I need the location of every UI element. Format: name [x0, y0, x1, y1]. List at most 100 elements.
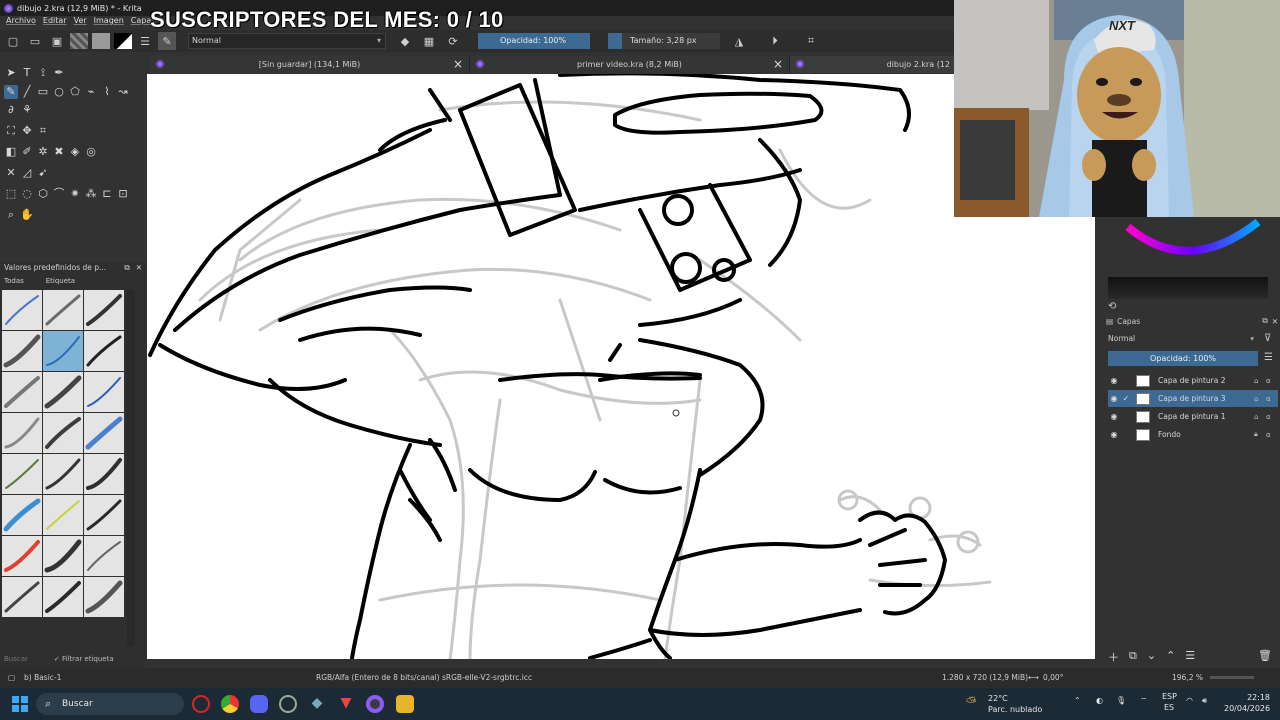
float-docker-icon[interactable]: ⧉ [124, 262, 135, 274]
measure-tool-icon[interactable]: ◿ [20, 166, 34, 180]
presets-scrollbar[interactable] [127, 290, 135, 646]
rectangle-tool-icon[interactable]: ▭ [36, 85, 50, 99]
opacity-slider[interactable]: Opacidad: 100% [478, 33, 590, 49]
filter-tag-checkbox[interactable]: ✓ Filtrar etiqueta [54, 655, 114, 663]
gradient-swatch[interactable] [92, 33, 110, 49]
multibrush-icon[interactable]: ⚘ [20, 103, 34, 117]
freehand-select-icon[interactable]: ⌒ [52, 187, 66, 201]
menu-capa[interactable]: Capa [131, 16, 151, 28]
magnetic-select-icon[interactable]: ⊡ [116, 187, 130, 201]
brush-preset[interactable] [2, 331, 42, 371]
eye-icon[interactable]: ◉ [1108, 394, 1120, 403]
filter-all-select[interactable]: Todas [4, 277, 24, 285]
select-shape-icon[interactable]: ➤ [4, 66, 18, 80]
close-icon[interactable]: ✕ [1272, 317, 1278, 326]
layer-properties-icon[interactable]: ☰ [1185, 649, 1195, 663]
fg-bg-color-swatch[interactable] [114, 33, 132, 49]
color-picker-icon[interactable]: ✐ [20, 145, 34, 159]
smart-patch-icon[interactable]: ✖ [52, 145, 66, 159]
tab-sin-guardar[interactable]: [Sin guardar] (134,1 MiB) × [150, 56, 470, 73]
discord-icon[interactable] [250, 695, 268, 713]
filter-icon[interactable]: ⊽ [1264, 333, 1271, 344]
close-icon[interactable]: ✕ [136, 262, 146, 274]
polygon-select-icon[interactable]: ⬡ [36, 187, 50, 201]
layer-row[interactable]: ◉ Capa de pintura 2 ⌂ α [1108, 372, 1278, 389]
alpha-inherit-icon[interactable]: ⌂ [1254, 395, 1266, 403]
transform-tool-icon[interactable]: ⛶ [4, 124, 18, 138]
brush-preset[interactable] [43, 413, 83, 453]
freehand-path-icon[interactable]: ↝ [116, 85, 130, 99]
assistant-tool-icon[interactable]: ✕ [4, 166, 18, 180]
zoom-slider[interactable] [1210, 676, 1254, 679]
open-folder-icon[interactable]: ▭ [26, 32, 44, 50]
duplicate-layer-icon[interactable]: ⧉ [1129, 649, 1137, 663]
alpha-inherit-icon[interactable]: ⌂ [1254, 413, 1266, 421]
brush-preset[interactable] [84, 536, 124, 576]
krita-taskbar-icon[interactable] [366, 695, 384, 713]
brush-preset[interactable] [84, 413, 124, 453]
layer-row[interactable]: ◉ Fondo 🔒︎ α [1108, 426, 1278, 443]
network-icon[interactable]: ⌔ [1140, 696, 1148, 706]
eraser-icon[interactable]: ◆ [396, 32, 414, 50]
filter-tag-select[interactable]: Etiqueta [46, 277, 75, 285]
tray-app-icon[interactable]: ◐ [1096, 696, 1103, 705]
opera-icon[interactable] [192, 695, 210, 713]
fill-tool-icon[interactable]: ◈ [68, 145, 82, 159]
move-up-icon[interactable]: ⌃ [1166, 649, 1175, 663]
brush-preset[interactable] [2, 413, 42, 453]
bezier-tool-icon[interactable]: ⌇ [100, 85, 114, 99]
layer-menu-icon[interactable]: ☰ [1264, 352, 1273, 363]
eye-icon[interactable]: ◉ [1108, 412, 1120, 421]
colorize-mask-icon[interactable]: ✲ [36, 145, 50, 159]
delete-layer-icon[interactable]: 🗑︎ [1258, 649, 1280, 663]
brush-preset[interactable] [84, 290, 124, 330]
brush-preset[interactable] [84, 495, 124, 535]
app-diamond-icon[interactable]: ◆ [308, 695, 326, 713]
input-lang-top[interactable]: ESP [1162, 692, 1177, 701]
drawing-canvas[interactable] [147, 74, 1095, 659]
microphone-icon[interactable]: 🎙︎ [1116, 696, 1126, 705]
rect-select-icon[interactable]: ⬚ [4, 187, 18, 201]
taskbar-search[interactable]: ⌕ Buscar [36, 693, 184, 715]
zoom-tool-icon[interactable]: ⌕ [4, 208, 18, 222]
blend-mode-select[interactable]: Normal [188, 33, 386, 49]
app-v-icon[interactable]: ▼ [337, 695, 355, 713]
brush-preset[interactable] [84, 577, 124, 617]
reload-preset-icon[interactable]: ⟳ [444, 32, 462, 50]
zoom-status[interactable]: 196,2 % [1172, 673, 1203, 682]
new-document-icon[interactable]: ▢ [4, 32, 22, 50]
volume-icon[interactable]: 🔊︎ [1202, 696, 1207, 706]
refresh-icon[interactable]: ⟲ [1108, 301, 1116, 312]
close-icon[interactable]: × [773, 57, 783, 71]
taskbar-clock[interactable]: 22:18 20/04/2026 [1224, 693, 1270, 713]
layer-row[interactable]: ◉ ✓ Capa de pintura 3 ⌂ α [1108, 390, 1278, 407]
crop-tool-icon[interactable]: ⌗ [36, 124, 50, 138]
brush-preset[interactable] [84, 372, 124, 412]
brush-preset[interactable] [2, 372, 42, 412]
save-icon[interactable]: ▣ [48, 32, 66, 50]
brush-preset[interactable] [2, 290, 42, 330]
brush-preset-icon[interactable]: ✎ [158, 32, 176, 50]
brush-preset[interactable] [2, 577, 42, 617]
alpha-inherit-icon[interactable]: ⌂ [1254, 377, 1266, 385]
move-tool-icon[interactable]: ✥ [20, 124, 34, 138]
brush-preset[interactable] [43, 577, 83, 617]
alpha-lock-icon[interactable]: α [1266, 431, 1278, 439]
brush-preset[interactable] [43, 331, 83, 371]
presets-search-input[interactable]: Buscar [4, 655, 28, 663]
windows-start-icon[interactable] [12, 696, 28, 712]
calligraphy-icon[interactable]: ✒ [52, 66, 66, 80]
brush-preset[interactable] [2, 454, 42, 494]
close-icon[interactable]: × [453, 57, 463, 71]
bezier-select-icon[interactable]: ⊏ [100, 187, 114, 201]
ellipse-select-icon[interactable]: ◌ [20, 187, 34, 201]
eye-icon[interactable]: ◉ [1108, 376, 1120, 385]
brush-size-slider[interactable]: Tamaño: 3,28 px [608, 33, 720, 49]
edit-shape-icon[interactable]: ⟟ [36, 66, 50, 80]
rotation-status[interactable]: 0,00° [1043, 673, 1063, 682]
contiguous-select-icon[interactable]: ✷ [68, 187, 82, 201]
input-lang-bottom[interactable]: ES [1164, 703, 1174, 712]
polyline-tool-icon[interactable]: ⌁ [84, 85, 98, 99]
brush-preset[interactable] [2, 495, 42, 535]
brush-preset[interactable] [43, 372, 83, 412]
